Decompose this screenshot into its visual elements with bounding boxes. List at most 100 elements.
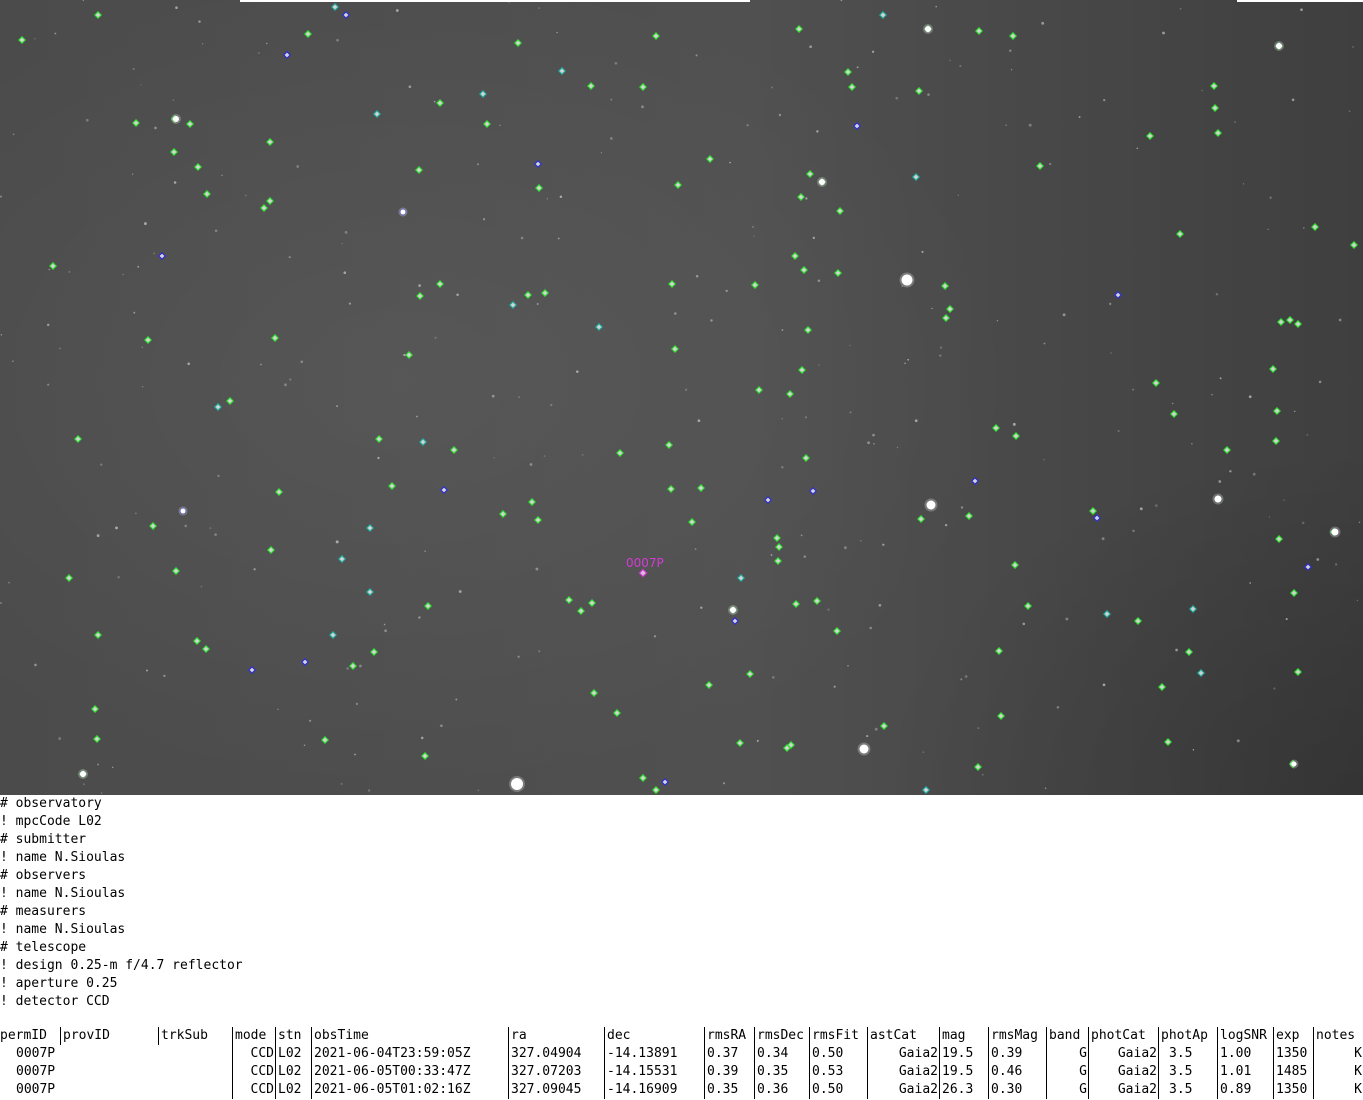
faint-star xyxy=(805,197,808,200)
catalog-star-marker xyxy=(421,752,429,760)
catalog-star-marker xyxy=(1350,241,1358,249)
faint-star xyxy=(424,550,426,552)
faint-star xyxy=(694,548,697,550)
faint-star xyxy=(1356,599,1359,601)
catalog-star-marker xyxy=(1170,410,1178,418)
faint-star xyxy=(482,218,486,221)
bright-star xyxy=(730,607,736,613)
faint-star xyxy=(860,539,862,542)
faint-star xyxy=(59,347,61,350)
faint-star xyxy=(944,523,948,527)
column-header-photcat: photCat xyxy=(1088,1027,1161,1045)
cell-mode: CCD xyxy=(232,1045,274,1063)
catalog-star-marker xyxy=(424,602,432,610)
faint-star xyxy=(600,152,603,154)
cell-dec: -14.16909 xyxy=(604,1081,703,1099)
catalog-star-marker xyxy=(1164,738,1172,746)
catalog-star-marker xyxy=(795,25,803,33)
faint-star xyxy=(154,126,157,130)
catalog-star-marker xyxy=(639,774,647,782)
faint-star xyxy=(939,346,943,349)
bright-star xyxy=(511,778,523,790)
faint-star xyxy=(869,626,873,630)
bright-star xyxy=(1276,43,1282,49)
cell-stn: L02 xyxy=(275,1063,310,1081)
faint-star xyxy=(803,555,807,558)
faint-star xyxy=(303,744,306,746)
faint-star xyxy=(1283,499,1285,501)
faint-star xyxy=(1293,410,1296,413)
faint-star xyxy=(931,307,933,310)
column-header-permid: permID xyxy=(0,1028,47,1043)
catalog-star-marker xyxy=(91,705,99,713)
faint-star xyxy=(477,789,479,791)
faint-star xyxy=(710,319,713,322)
catalog-star-marker xyxy=(975,27,983,35)
faint-star xyxy=(296,165,300,168)
catalog-star-marker xyxy=(590,689,598,697)
cell-mag: 26.3 xyxy=(939,1081,987,1099)
cell-notes: K xyxy=(1313,1063,1362,1081)
cell-photap: 3.5 xyxy=(1158,1081,1224,1099)
faint-star xyxy=(922,751,925,753)
faint-star xyxy=(772,676,775,679)
catalog-star-marker xyxy=(665,441,673,449)
faint-star xyxy=(959,64,962,68)
faint-star xyxy=(420,736,424,740)
catalog-star-marker-teal xyxy=(558,67,566,75)
faint-star xyxy=(0,602,2,604)
faint-star xyxy=(1065,617,1069,621)
catalog-star-marker xyxy=(524,291,532,299)
column-header-notes: notes xyxy=(1313,1027,1363,1045)
catalog-star-marker xyxy=(18,36,26,44)
faint-star xyxy=(348,302,352,305)
catalog-star-marker-teal xyxy=(1103,610,1111,618)
faint-star xyxy=(1028,123,1032,127)
catalog-star-marker-alt xyxy=(661,778,669,786)
header-line: # measurers xyxy=(0,904,87,919)
cell-exp: 1350 xyxy=(1273,1045,1312,1063)
faint-star xyxy=(1236,739,1240,743)
catalog-star-marker xyxy=(144,336,152,344)
catalog-star-marker xyxy=(1134,617,1142,625)
bright-star xyxy=(1214,495,1222,503)
catalog-star-marker-teal xyxy=(331,3,339,11)
faint-star xyxy=(344,231,348,234)
faint-star xyxy=(493,457,495,459)
faint-star xyxy=(1132,529,1135,533)
faint-star xyxy=(260,363,262,366)
faint-star xyxy=(458,590,462,593)
faint-star xyxy=(1215,293,1219,296)
catalog-star-marker xyxy=(751,281,759,289)
catalog-star-marker xyxy=(997,712,1005,720)
faint-star xyxy=(1043,459,1045,461)
faint-star xyxy=(610,98,613,101)
cell-ra: 327.07203 xyxy=(508,1063,603,1081)
column-header-logsnr: logSNR xyxy=(1217,1027,1276,1045)
faint-star xyxy=(1175,648,1178,652)
faint-star xyxy=(132,68,135,70)
header-line: ! detector CCD xyxy=(0,994,110,1009)
catalog-star-marker xyxy=(1009,32,1017,40)
faint-star xyxy=(609,137,613,140)
faint-star xyxy=(895,96,899,100)
catalog-star-marker xyxy=(942,314,950,322)
cell-rmsdec: 0.34 xyxy=(754,1045,808,1063)
catalog-star-marker xyxy=(1185,648,1193,656)
column-header-dec: dec xyxy=(604,1027,707,1045)
catalog-star-marker-alt xyxy=(342,11,350,19)
faint-star xyxy=(1044,787,1047,790)
faint-star xyxy=(433,100,436,103)
faint-star xyxy=(1285,618,1288,621)
catalog-star-marker xyxy=(946,305,954,313)
catalog-star-marker xyxy=(786,390,794,398)
faint-star xyxy=(752,226,754,228)
catalog-star-marker xyxy=(541,289,549,297)
faint-star xyxy=(214,229,218,232)
faint-star xyxy=(395,9,399,12)
faint-star xyxy=(341,242,343,245)
faint-star xyxy=(697,419,701,423)
cell-obstime: 2021-06-05T00:33:47Z xyxy=(311,1063,507,1081)
catalog-star-marker xyxy=(791,252,799,260)
table-body: 0007P CCD L02 2021-06-04T23:59:05Z 327.04904… xyxy=(0,1045,1363,1099)
